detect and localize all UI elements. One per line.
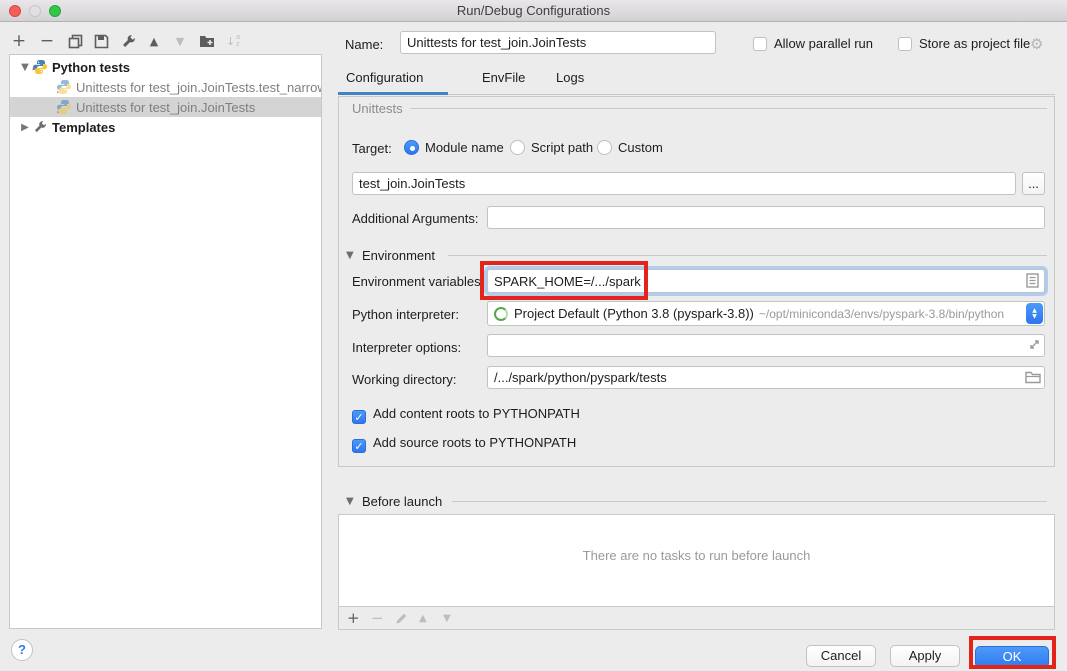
remove-task-icon[interactable]: − [371, 609, 395, 627]
edit-task-icon[interactable] [395, 612, 419, 625]
interpreter-stepper-icon[interactable]: ▲▼ [1026, 303, 1043, 324]
sort-configurations-icon[interactable]: ↓ az [222, 31, 244, 51]
interpreter-options-input[interactable] [487, 334, 1045, 357]
python-tests-icon [56, 79, 72, 95]
environment-section-label: Environment [362, 248, 435, 263]
name-input[interactable] [400, 31, 716, 54]
move-task-up-icon[interactable]: ▲ [419, 613, 443, 624]
edit-templates-icon[interactable] [117, 31, 139, 51]
add-source-roots-checkbox[interactable]: ✓ Add source roots to PYTHONPATH [352, 435, 576, 453]
add-source-roots-label: Add source roots to PYTHONPATH [373, 435, 576, 450]
radio-script-path-label: Script path [531, 140, 593, 155]
python-interpreter-label: Python interpreter: [352, 307, 459, 322]
additional-arguments-label: Additional Arguments: [352, 211, 478, 226]
python-tests-icon [56, 99, 72, 115]
before-launch-section-label: Before launch [362, 494, 442, 509]
checkbox-checked-icon: ✓ [352, 439, 366, 453]
before-launch-empty-text: There are no tasks to run before launch [339, 548, 1054, 563]
tree-node-unittests-jointests-selected[interactable]: Unittests for test_join.JoinTests [10, 97, 321, 117]
add-content-roots-label: Add content roots to PYTHONPATH [373, 406, 580, 421]
apply-button[interactable]: Apply [890, 645, 960, 667]
python-interpreter-value: Project Default (Python 3.8 (pyspark-3.8… [514, 306, 754, 321]
before-launch-collapse-icon[interactable]: ▼ [346, 496, 354, 507]
tab-logs[interactable]: Logs [556, 70, 584, 92]
cancel-button[interactable]: Cancel [806, 645, 876, 667]
new-folder-icon[interactable] [196, 31, 218, 51]
tree-node-unittests-test-narrow[interactable]: Unittests for test_join.JoinTests.test_n… [10, 77, 321, 97]
before-launch-toolbar: + − ▲ ▼ [339, 606, 1054, 629]
remove-configuration-icon[interactable]: − [36, 31, 58, 51]
save-configuration-icon[interactable] [90, 31, 112, 51]
window-title: Run/Debug Configurations [0, 3, 1067, 18]
active-tab-underline [338, 92, 448, 95]
tab-baseline [448, 94, 1055, 95]
title-bar: Run/Debug Configurations [0, 0, 1067, 22]
tree-node-label: Unittests for test_join.JoinTests.test_n… [76, 80, 321, 95]
environment-section-line [448, 255, 1047, 256]
browse-folder-icon[interactable] [1025, 371, 1041, 384]
browse-button[interactable]: ... [1022, 172, 1045, 195]
gear-icon[interactable]: ⚙ [1030, 35, 1043, 53]
working-directory-label: Working directory: [352, 372, 457, 387]
templates-wrench-icon [32, 119, 48, 135]
configurations-tree: ▼ Python tests Unittests for test_join.J… [9, 54, 322, 629]
tree-node-label: Python tests [52, 60, 130, 75]
radio-custom[interactable]: Custom [597, 140, 663, 155]
copy-configuration-icon[interactable] [64, 31, 86, 51]
checkbox-checked-icon: ✓ [352, 410, 366, 424]
add-task-icon[interactable]: + [347, 609, 371, 627]
edit-env-vars-icon[interactable] [1026, 273, 1039, 288]
move-task-down-icon[interactable]: ▼ [443, 613, 467, 624]
python-interpreter-select[interactable]: Project Default (Python 3.8 (pyspark-3.8… [487, 301, 1045, 326]
environment-collapse-icon[interactable]: ▼ [346, 250, 354, 261]
name-label: Name: [345, 37, 383, 52]
tree-node-label: Templates [52, 120, 115, 135]
module-name-input[interactable] [352, 172, 1016, 195]
before-launch-panel: There are no tasks to run before launch … [338, 514, 1055, 630]
unittests-section-label: Unittests [352, 101, 403, 116]
python-tests-icon [32, 59, 48, 75]
checkbox-icon [898, 37, 912, 51]
allow-parallel-run-checkbox[interactable]: Allow parallel run [753, 36, 873, 51]
store-as-project-file-checkbox[interactable]: Store as project file [898, 36, 1030, 51]
tab-envfile[interactable]: EnvFile [482, 70, 525, 92]
radio-custom-label: Custom [618, 140, 663, 155]
tree-node-label: Unittests for test_join.JoinTests [76, 100, 255, 115]
radio-module-name-label: Module name [425, 140, 504, 155]
working-directory-input[interactable] [487, 366, 1045, 389]
interpreter-options-label: Interpreter options: [352, 340, 461, 355]
tree-node-python-tests[interactable]: ▼ Python tests [10, 57, 321, 77]
tree-collapsed-icon[interactable]: ▶ [18, 122, 32, 133]
radio-script-path[interactable]: Script path [510, 140, 593, 155]
radio-icon [510, 140, 525, 155]
tab-configuration[interactable]: Configuration [346, 70, 423, 92]
move-up-icon[interactable]: ▲ [143, 31, 165, 51]
target-label: Target: [352, 141, 392, 156]
add-configuration-icon[interactable]: + [8, 31, 30, 51]
store-as-project-file-label: Store as project file [919, 36, 1030, 51]
tree-expanded-icon[interactable]: ▼ [18, 62, 32, 73]
additional-arguments-input[interactable] [487, 206, 1045, 229]
python-interpreter-path: ~/opt/miniconda3/envs/pyspark-3.8/bin/py… [759, 307, 1004, 321]
radio-selected-icon [404, 140, 419, 155]
checkbox-icon [753, 37, 767, 51]
allow-parallel-run-label: Allow parallel run [774, 36, 873, 51]
conda-env-icon [494, 307, 508, 321]
tree-node-templates[interactable]: ▶ Templates [10, 117, 321, 137]
ok-button[interactable]: OK [975, 646, 1049, 668]
radio-icon [597, 140, 612, 155]
environment-variables-label: Environment variables: [352, 274, 484, 289]
before-launch-section-line [452, 501, 1047, 502]
expand-field-icon[interactable] [1028, 338, 1041, 351]
radio-module-name[interactable]: Module name [404, 140, 504, 155]
environment-variables-input[interactable] [487, 269, 1045, 293]
unittests-section-line [410, 108, 1047, 109]
move-down-icon[interactable]: ▼ [169, 31, 191, 51]
add-content-roots-checkbox[interactable]: ✓ Add content roots to PYTHONPATH [352, 406, 580, 424]
help-button[interactable]: ? [11, 639, 33, 661]
